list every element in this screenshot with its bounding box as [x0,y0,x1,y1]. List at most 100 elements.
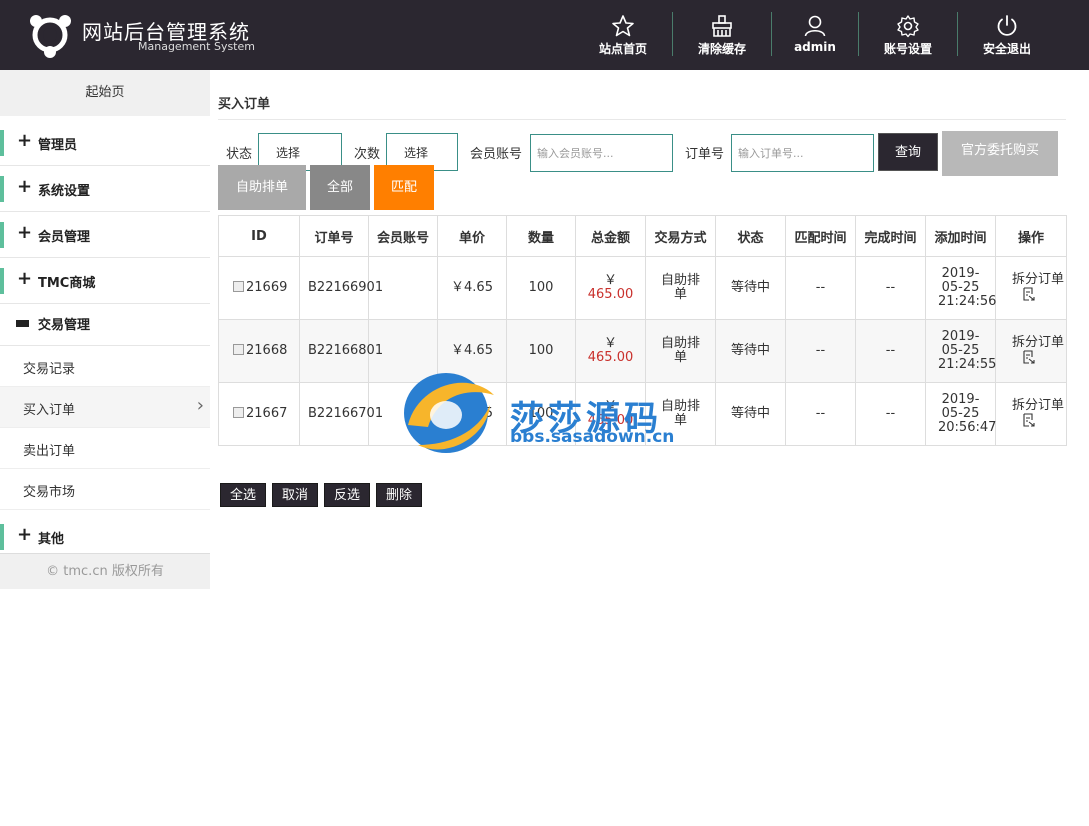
sidebar-menu-member-management[interactable]: + 会员管理 [0,212,210,258]
sidebar-item-label: 卖出订单 [23,444,76,459]
operation-cell: 拆分订单 [995,256,1067,320]
column-header: 总金额 [575,215,646,257]
member-account-field[interactable] [530,134,673,172]
total-cell: ￥ 465.00 [575,319,646,383]
row-id: 21667 [246,406,288,421]
sidebar-menu-tmc-mall[interactable]: + TMC商城 [0,258,210,304]
split-order-link[interactable]: 拆分订单 [1012,398,1064,413]
operation-cell: 拆分订单 [995,382,1067,446]
add-date: 2019-05-25 [941,392,980,421]
add-date: 2019-05-25 [941,329,980,358]
nav-site-home[interactable]: 站点首页 [573,0,673,70]
sidebar-item-buy-orders[interactable]: 买入订单 › [0,387,210,428]
column-header: 数量 [506,215,576,257]
orders-table: ID 订单号 会员账号 单价 数量 总金额 交易方式 状态 匹配时间 完成时间 … [218,215,1067,446]
menu-accent-bar [0,268,4,294]
edit-icon[interactable] [1022,413,1036,427]
member-filter-label: 会员账号 [470,147,523,162]
power-icon [997,15,1017,36]
done-time-cell: -- [855,319,926,383]
sidebar-item-label: 买入订单 [23,403,76,418]
tab-self-order[interactable]: 自助排单 [218,165,306,210]
status-filter-label: 状态 [226,147,253,162]
edit-icon[interactable] [1022,287,1036,301]
user-icon [804,15,826,37]
nav-admin-label: admin [794,40,836,54]
currency-symbol: ￥ [603,273,617,288]
total-amount: 465.00 [587,287,634,302]
sidebar-start-page[interactable]: 起始页 [0,70,210,116]
match-time-cell: -- [785,319,856,383]
edit-icon[interactable] [1022,350,1036,364]
select-all-button[interactable]: 全选 [220,483,266,507]
menu-accent-bar [0,130,4,156]
column-header: 交易方式 [645,215,716,257]
delete-button[interactable]: 删除 [376,483,422,507]
star-icon [612,15,634,37]
method-cell: 自助排单 [645,382,716,446]
plus-icon: + [17,176,33,197]
sidebar-menu-label: 系统设置 [38,184,91,199]
sidebar-menu-trade-management[interactable]: 交易管理 [0,300,210,346]
row-checkbox[interactable] [233,281,244,292]
sidebar-item-trade-records[interactable]: 交易记录 [0,346,210,387]
copyright-text: © tmc.cn 版权所有 [0,553,210,589]
invert-selection-button[interactable]: 反选 [324,483,370,507]
column-header: 添加时间 [925,215,996,257]
split-order-link[interactable]: 拆分订单 [1012,272,1064,287]
row-id: 21668 [246,343,288,358]
price-cell: ￥4.65 [437,382,507,446]
method-cell: 自助排单 [645,256,716,320]
sidebar-item-trade-market[interactable]: 交易市场 [0,469,210,510]
total-amount: 465.00 [587,350,634,365]
add-time: 21:24:56 [938,294,997,309]
currency-symbol: ￥ [603,336,617,351]
status-cell: 等待中 [715,256,786,320]
add-time-cell: 2019-05-25 21:24:56 [925,256,997,320]
order-number-field[interactable] [731,134,874,172]
nav-admin[interactable]: admin [765,0,865,70]
row-checkbox[interactable] [233,407,244,418]
order-no-cell: B22166701 [299,382,383,446]
row-checkbox[interactable] [233,344,244,355]
tab-all[interactable]: 全部 [310,165,370,210]
status-cell: 等待中 [715,319,786,383]
cancel-button[interactable]: 取消 [272,483,318,507]
menu-accent-bar [0,222,4,248]
main-content: 买入订单 状态 选择 次数 选择 会员账号 订单号 查询 官方委托购买 自助排单… [218,70,1089,826]
nav-site-home-label: 站点首页 [598,42,647,56]
broom-icon [712,15,732,37]
order-number-input[interactable] [732,135,873,171]
nav-account-settings[interactable]: 账号设置 [858,0,958,70]
sidebar-menu-label: TMC商城 [38,276,96,291]
nav-logout[interactable]: 安全退出 [957,0,1057,70]
top-header: 网站后台管理系统 Management System 站点首页 清除缓存 adm… [0,0,1089,70]
column-header: ID [218,215,300,257]
tab-match[interactable]: 匹配 [374,165,434,210]
member-account-input[interactable] [531,135,672,171]
official-purchase-button[interactable]: 官方委托购买 [942,131,1058,176]
app-root: 网站后台管理系统 Management System 站点首页 清除缓存 adm… [0,0,1089,826]
query-button[interactable]: 查询 [878,133,938,171]
add-time-cell: 2019-05-25 20:56:47 [925,382,997,446]
sidebar-menu-admin[interactable]: + 管理员 [0,120,210,166]
id-cell: 21668 [218,319,300,383]
nav-logout-label: 安全退出 [982,42,1031,56]
sidebar: 起始页 + 管理员 + 系统设置 + 会员管理 + TMC商城 交易管理 交易记… [0,70,210,826]
plus-icon: + [17,222,33,243]
plus-icon: + [17,130,33,151]
add-time: 20:56:47 [938,420,997,435]
count-filter-label: 次数 [354,147,381,162]
nav-account-settings-label: 账号设置 [883,42,932,56]
page-title: 买入订单 [218,97,271,112]
sidebar-item-sell-orders[interactable]: 卖出订单 [0,428,210,469]
column-header: 状态 [715,215,786,257]
qty-cell: 100 [506,382,576,446]
sidebar-item-label: 交易市场 [23,485,76,500]
total-amount: 465.00 [587,413,634,428]
sidebar-menu-system-settings[interactable]: + 系统设置 [0,166,210,212]
table-row: 21668 B22166801 ￥4.65 100 ￥ 465.00 自助排单 等… [218,319,1067,383]
split-order-link[interactable]: 拆分订单 [1012,335,1064,350]
total-cell: ￥ 465.00 [575,256,646,320]
nav-clear-cache[interactable]: 清除缓存 [672,0,772,70]
